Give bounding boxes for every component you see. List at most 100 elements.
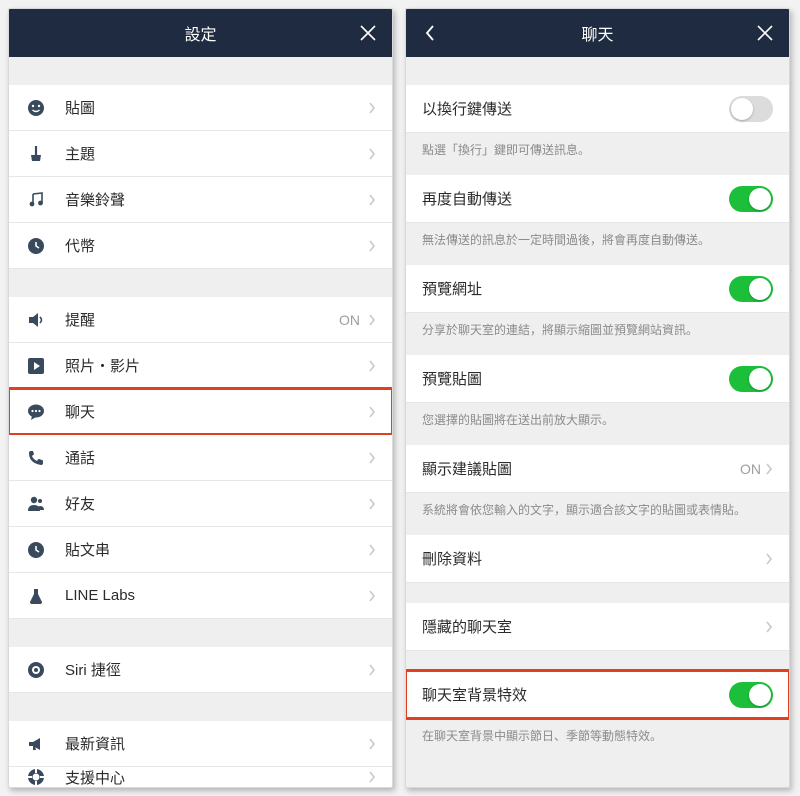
- smile-icon: [25, 97, 47, 119]
- settings-row[interactable]: 最新資訊: [9, 721, 392, 767]
- section-gap: [406, 651, 789, 671]
- section-gap: [9, 619, 392, 647]
- clock-icon: [25, 539, 47, 561]
- row-label: 提醒: [65, 309, 339, 330]
- toggle-switch[interactable]: [729, 682, 773, 708]
- setting-row[interactable]: 刪除資料: [406, 535, 789, 583]
- row-value: ON: [740, 461, 761, 477]
- settings-row[interactable]: 主題: [9, 131, 392, 177]
- settings-row[interactable]: 提醒 ON: [9, 297, 392, 343]
- row-label: 最新資訊: [65, 733, 368, 754]
- row-label: 聊天: [65, 401, 368, 422]
- settings-row[interactable]: 支援中心: [9, 767, 392, 787]
- row-label: 貼圖: [65, 97, 368, 118]
- chevron-right-icon: [368, 737, 376, 751]
- setting-row[interactable]: 隱藏的聊天室: [406, 603, 789, 651]
- close-icon: [756, 24, 774, 42]
- setting-row[interactable]: 顯示建議貼圖 ON: [406, 445, 789, 493]
- toggle-knob: [749, 278, 771, 300]
- brush-icon: [25, 143, 47, 165]
- row-description: 分享於聊天室的連結，將顯示縮圖並預覽網站資訊。: [406, 313, 789, 355]
- setting-row[interactable]: 預覽網址: [406, 265, 789, 313]
- row-label: 貼文串: [65, 539, 368, 560]
- close-button[interactable]: [344, 9, 392, 57]
- person-icon: [25, 493, 47, 515]
- toggle-knob: [749, 188, 771, 210]
- toggle-switch[interactable]: [729, 96, 773, 122]
- back-button[interactable]: [406, 9, 454, 57]
- row-description: 在聊天室背景中顯示節日、季節等動態特效。: [406, 719, 789, 749]
- support-icon: [25, 767, 47, 787]
- setting-row[interactable]: 以換行鍵傳送: [406, 85, 789, 133]
- chevron-right-icon: [368, 359, 376, 373]
- row-label: 通話: [65, 447, 368, 468]
- row-label: 支援中心: [65, 767, 368, 787]
- row-label: Siri 捷徑: [65, 659, 368, 680]
- nav-title: 設定: [184, 21, 216, 45]
- section-gap: [406, 583, 789, 603]
- toggle-switch[interactable]: [729, 366, 773, 392]
- chat-settings-screen: 聊天 以換行鍵傳送 點選「換行」鍵即可傳送訊息。 再度自動傳送 無法傳送的訊息於…: [405, 8, 790, 788]
- siri-icon: [25, 659, 47, 681]
- settings-row[interactable]: 貼文串: [9, 527, 392, 573]
- toggle-knob: [749, 684, 771, 706]
- play-icon: [25, 355, 47, 377]
- speaker-icon: [25, 309, 47, 331]
- row-label: 刪除資料: [422, 548, 765, 569]
- row-label: 隱藏的聊天室: [422, 616, 765, 637]
- row-description: 系統將會依您輸入的文字，顯示適合該文字的貼圖或表情貼。: [406, 493, 789, 535]
- settings-row[interactable]: 代幣: [9, 223, 392, 269]
- row-label: 主題: [65, 143, 368, 164]
- row-label: 聊天室背景特效: [422, 684, 729, 705]
- settings-row[interactable]: 音樂鈴聲: [9, 177, 392, 223]
- chevron-right-icon: [368, 147, 376, 161]
- row-description: 點選「換行」鍵即可傳送訊息。: [406, 133, 789, 175]
- toggle-knob: [731, 98, 753, 120]
- music-icon: [25, 189, 47, 211]
- chevron-right-icon: [368, 543, 376, 557]
- chevron-right-icon: [368, 239, 376, 253]
- setting-row[interactable]: 再度自動傳送: [406, 175, 789, 223]
- row-label: 預覽網址: [422, 278, 729, 299]
- settings-row[interactable]: 好友: [9, 481, 392, 527]
- toggle-switch[interactable]: [729, 276, 773, 302]
- toggle-switch[interactable]: [729, 186, 773, 212]
- row-label: 代幣: [65, 235, 368, 256]
- section-gap: [9, 269, 392, 297]
- section-gap: [406, 57, 789, 85]
- setting-row[interactable]: 聊天室背景特效: [406, 671, 789, 719]
- chevron-right-icon: [368, 193, 376, 207]
- section-gap: [9, 57, 392, 85]
- chevron-right-icon: [368, 101, 376, 115]
- chevron-right-icon: [368, 451, 376, 465]
- row-label: 顯示建議貼圖: [422, 458, 740, 479]
- settings-row[interactable]: 照片・影片: [9, 343, 392, 389]
- flask-icon: [25, 585, 47, 607]
- settings-row[interactable]: 聊天: [9, 389, 392, 435]
- row-label: 預覽貼圖: [422, 368, 729, 389]
- mega-icon: [25, 733, 47, 755]
- row-description: 您選擇的貼圖將在送出前放大顯示。: [406, 403, 789, 445]
- settings-row[interactable]: 通話: [9, 435, 392, 481]
- chevron-right-icon: [765, 620, 773, 634]
- chevron-right-icon: [368, 589, 376, 603]
- close-icon: [359, 24, 377, 42]
- chevron-right-icon: [368, 313, 376, 327]
- setting-row[interactable]: 預覽貼圖: [406, 355, 789, 403]
- row-label: 再度自動傳送: [422, 188, 729, 209]
- settings-row[interactable]: 貼圖: [9, 85, 392, 131]
- chevron-right-icon: [765, 462, 773, 476]
- settings-screen: 設定 貼圖 主題 音樂鈴聲: [8, 8, 393, 788]
- settings-row[interactable]: LINE Labs: [9, 573, 392, 619]
- chevron-right-icon: [368, 663, 376, 677]
- chevron-left-icon: [424, 24, 436, 42]
- section-gap: [9, 693, 392, 721]
- settings-row[interactable]: Siri 捷徑: [9, 647, 392, 693]
- row-label: LINE Labs: [65, 587, 368, 604]
- phone-icon: [25, 447, 47, 469]
- chevron-right-icon: [765, 552, 773, 566]
- row-value: ON: [339, 312, 360, 328]
- chevron-right-icon: [368, 497, 376, 511]
- chevron-right-icon: [368, 405, 376, 419]
- close-button[interactable]: [741, 9, 789, 57]
